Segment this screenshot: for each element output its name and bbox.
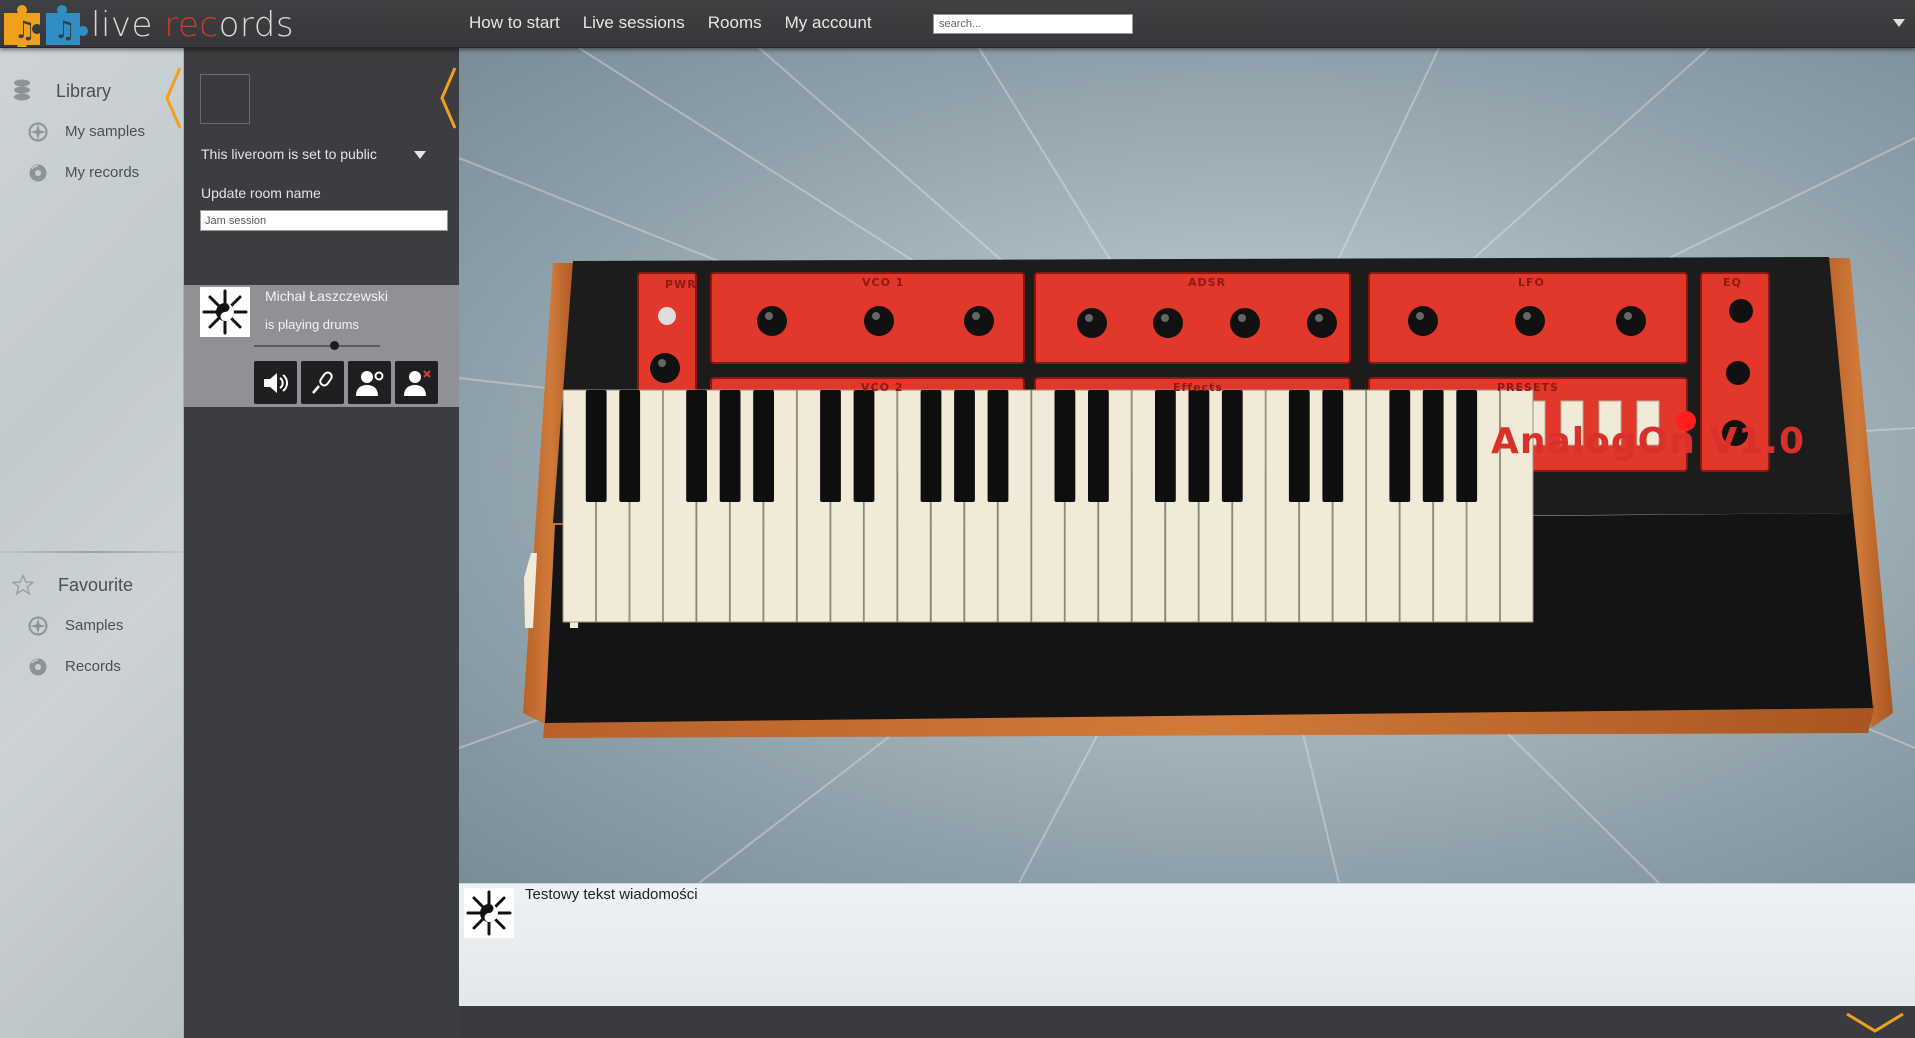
records-icon	[29, 658, 47, 675]
room-name-label: Update room name	[201, 185, 321, 201]
puzzle-music-logo-icon: ♫ ♫	[4, 5, 88, 47]
account-dropdown-arrow-icon[interactable]	[1893, 19, 1905, 27]
nav-how-to-start[interactable]: How to start	[469, 13, 560, 33]
mute-button[interactable]	[254, 361, 297, 404]
sidebar-item-my-records[interactable]: My records	[0, 152, 184, 193]
room-name-input[interactable]	[200, 210, 448, 231]
top-bar: ♫ ♫ live records How to start Live sessi…	[0, 0, 1915, 48]
remove-user-button[interactable]	[395, 361, 438, 404]
svg-text:♫: ♫	[54, 16, 76, 44]
room-privacy-text: This liveroom is set to public	[201, 146, 377, 162]
sidebar-item-label: Records	[65, 658, 121, 675]
participant-card: Michał Łaszczewski is playing drums	[184, 285, 459, 407]
avatar[interactable]	[464, 888, 514, 938]
microphone-icon	[311, 371, 333, 394]
chat-panel: Testowy tekst wiadomości	[459, 883, 1915, 1006]
logo-text-ords: ords	[218, 5, 295, 45]
chevron-down-icon[interactable]	[1845, 1012, 1905, 1034]
logo-text-live: live	[91, 5, 165, 45]
nav-live-sessions[interactable]: Live sessions	[583, 13, 685, 33]
favourite-title: Favourite	[58, 574, 134, 595]
sidebar-divider	[0, 551, 184, 553]
sidebar-item-records[interactable]: Records	[0, 646, 184, 687]
library-section: Library My samples My records	[0, 71, 184, 193]
user-settings-button[interactable]	[348, 361, 391, 404]
samples-icon	[28, 616, 48, 635]
chat-message: Testowy tekst wiadomości	[525, 886, 698, 903]
sun-avatar-icon	[202, 289, 248, 335]
records-icon	[29, 164, 47, 181]
main-nav: How to start Live sessions Rooms My acco…	[469, 13, 895, 33]
samples-icon	[28, 122, 48, 141]
star-icon	[12, 574, 34, 596]
bottom-bar	[459, 1006, 1915, 1038]
remove-user-icon	[403, 369, 431, 396]
favourite-section: Favourite Samples Records	[0, 565, 184, 687]
sidebar-item-samples[interactable]: Samples	[0, 605, 184, 646]
search-input[interactable]	[933, 14, 1133, 34]
nav-rooms[interactable]: Rooms	[708, 13, 762, 33]
svg-text:♫: ♫	[14, 16, 36, 44]
logo[interactable]: ♫ ♫ live records	[0, 0, 294, 48]
library-title: Library	[56, 80, 112, 101]
sidebar-item-label: My samples	[65, 123, 146, 140]
analog-synth	[523, 257, 1893, 738]
sidebar-item-my-samples[interactable]: My samples	[0, 111, 184, 152]
avatar[interactable]	[200, 287, 250, 337]
volume-slider-knob[interactable]	[330, 341, 340, 350]
room-panel: This liveroom is set to public Update ro…	[184, 58, 459, 1038]
participant-actions	[254, 361, 442, 404]
participant-volume-slider[interactable]	[254, 341, 380, 350]
privacy-dropdown-arrow-icon[interactable]	[414, 151, 426, 159]
participant-status: is playing drums	[265, 317, 359, 332]
volume-icon	[263, 372, 288, 393]
nav-my-account[interactable]: My account	[785, 13, 872, 33]
room-thumbnail[interactable]	[200, 74, 250, 124]
sun-avatar-icon	[466, 890, 512, 936]
user-settings-icon	[355, 370, 383, 396]
participant-name: Michał Łaszczewski	[265, 288, 388, 304]
logo-text-rec: rec	[164, 5, 219, 45]
microphone-button[interactable]	[301, 361, 344, 404]
sidebar-item-label: Samples	[65, 617, 124, 634]
favourite-header[interactable]: Favourite	[0, 565, 184, 605]
library-header[interactable]: Library	[0, 71, 184, 111]
library-sidebar: Library My samples My records Favourite	[0, 48, 184, 1038]
sidebar-item-label: My records	[65, 164, 140, 181]
logo-text: live records	[91, 5, 294, 45]
library-stack-icon	[14, 79, 30, 101]
room-panel-collapse-arrow-icon[interactable]	[439, 66, 457, 130]
instrument-stage	[459, 48, 1915, 883]
